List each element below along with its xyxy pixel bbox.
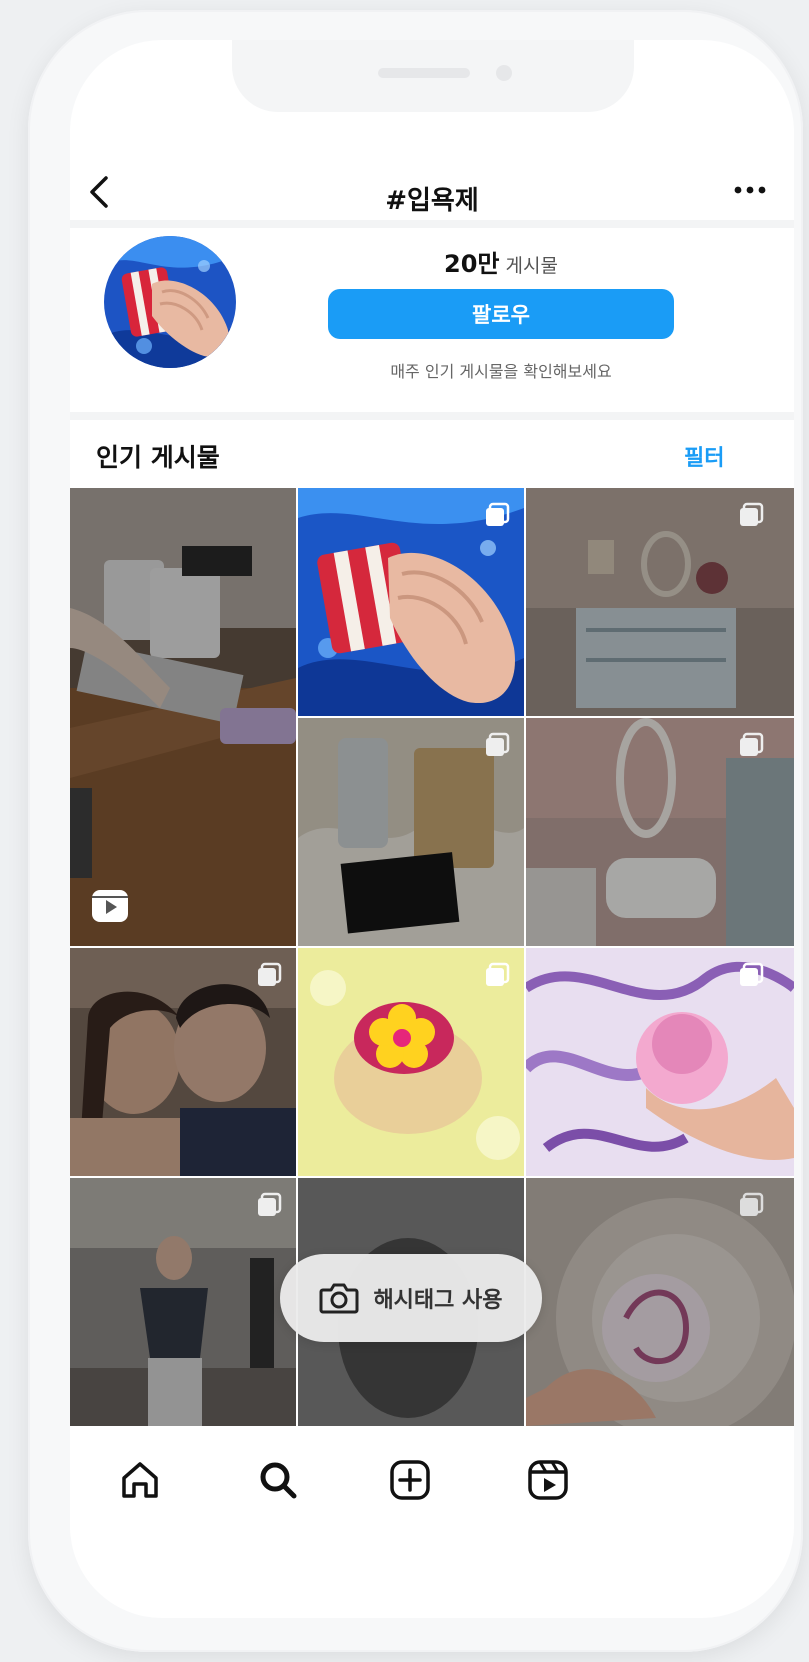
multi-photo-icon [486, 962, 510, 986]
hashtag-avatar [104, 236, 236, 368]
bottom-tab-bar [70, 1426, 794, 1536]
multi-photo-icon [740, 732, 764, 756]
reels-icon[interactable] [524, 1456, 572, 1504]
multi-photo-icon [258, 1192, 282, 1216]
multi-photo-icon [740, 1192, 764, 1216]
app-screen: #입욕제 20만 게시물 팔로우 매주 인기 게시물을 확인해보세요 인기 게시물 [70, 40, 794, 1618]
grid-post-11[interactable] [526, 1178, 794, 1426]
grid-post-7[interactable] [298, 948, 524, 1176]
create-plus-icon[interactable] [386, 1456, 434, 1504]
speaker-grille [378, 68, 470, 78]
use-hashtag-label: 해시태그 사용 [373, 1288, 503, 1313]
post-count-number: 20만 [444, 250, 500, 278]
grid-post-4[interactable] [298, 718, 524, 946]
top-posts-heading: 인기 게시물 [96, 443, 220, 472]
phone-notch [232, 40, 634, 112]
post-count-label: 게시물 [505, 255, 558, 277]
multi-photo-icon [740, 962, 764, 986]
grid-post-8[interactable] [526, 948, 794, 1176]
front-camera [496, 65, 512, 81]
post-count: 20만 게시물 [328, 244, 674, 279]
grid-post-5[interactable] [526, 718, 794, 946]
follow-button[interactable]: 팔로우 [328, 289, 674, 339]
use-hashtag-button[interactable]: 해시태그 사용 [280, 1254, 542, 1342]
multi-photo-icon [486, 502, 510, 526]
divider [70, 220, 794, 228]
top-nav-bar: #입욕제 [70, 160, 794, 218]
camera-icon [319, 1283, 359, 1314]
grid-post-2[interactable] [298, 488, 524, 716]
grid-post-3[interactable] [526, 488, 794, 716]
weekly-hint-text: 매주 인기 게시물을 확인해보세요 [390, 362, 612, 381]
grid-post-9[interactable] [70, 1178, 296, 1426]
filter-button[interactable]: 필터 [684, 440, 724, 472]
grid-post-1[interactable] [70, 488, 296, 946]
divider [70, 412, 794, 420]
multi-photo-icon [740, 502, 764, 526]
home-icon[interactable] [116, 1456, 164, 1504]
multi-photo-icon [258, 962, 282, 986]
more-dots-icon[interactable] [730, 178, 770, 202]
page-title: #입욕제 [385, 186, 479, 216]
grid-post-6[interactable] [70, 948, 296, 1176]
search-icon[interactable] [254, 1456, 302, 1504]
reels-icon [92, 890, 128, 922]
multi-photo-icon [486, 732, 510, 756]
